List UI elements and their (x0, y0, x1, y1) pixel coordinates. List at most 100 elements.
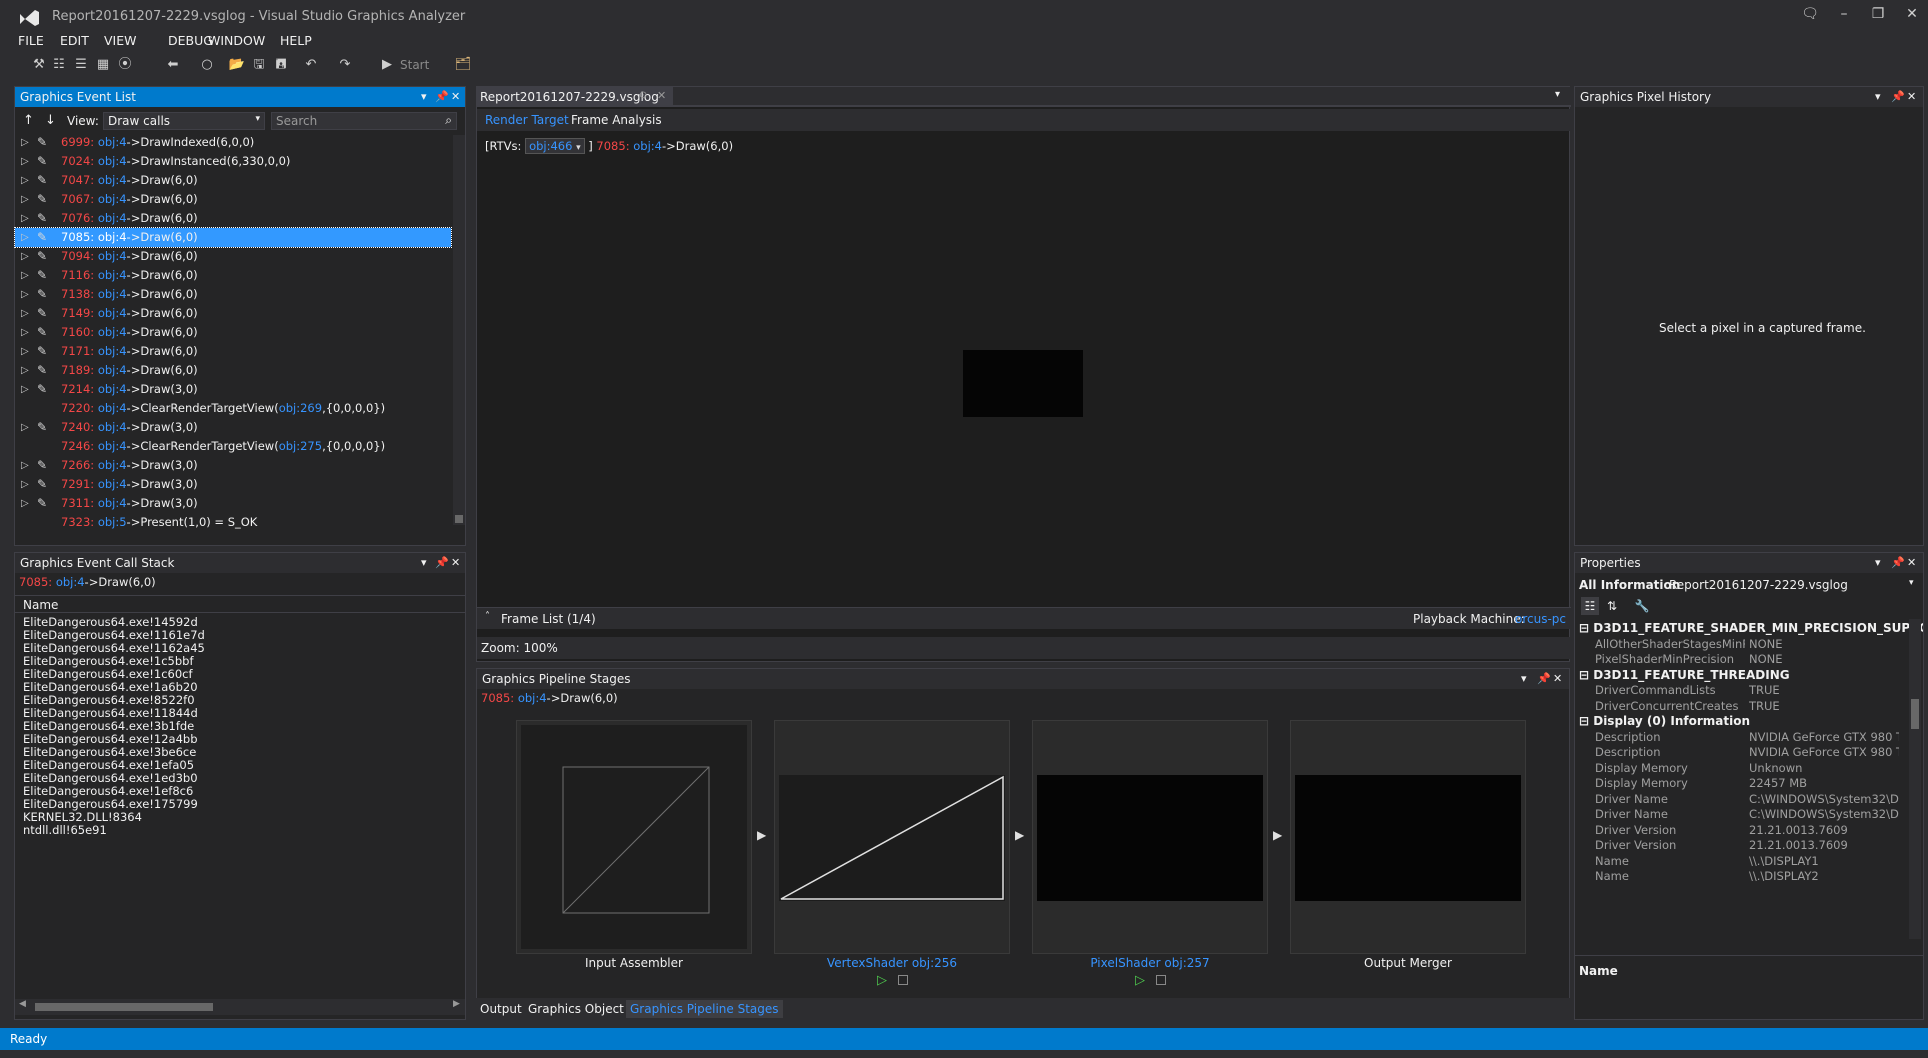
event-obj-link[interactable]: obj:4 (98, 192, 127, 206)
expand-icon[interactable]: ▷ (21, 266, 29, 285)
back-icon[interactable]: ⬅ (164, 56, 182, 74)
expand-icon[interactable]: ▷ (21, 133, 29, 152)
event-row[interactable]: 7323: obj:5->Present(1,0) = S_OK (15, 513, 451, 532)
horizontal-scrollbar[interactable]: ◀ ▶ (15, 999, 465, 1015)
expand-icon[interactable]: ▷ (21, 190, 29, 209)
event-obj-link[interactable]: obj:4 (98, 287, 127, 301)
dropdown-icon[interactable]: ▾ (421, 87, 427, 107)
stage-input-assembler[interactable] (516, 720, 752, 954)
call-stack-frame[interactable]: EliteDangerous64.exe!3be6ce (23, 745, 196, 759)
playback-machine-link[interactable]: orcus-pc (1515, 612, 1566, 626)
tab-render-target[interactable]: Render Target (485, 113, 569, 127)
stage-label-pixel-shader[interactable]: PixelShader obj:257 (1032, 956, 1268, 970)
collapse-icon[interactable]: ⊟ (1579, 714, 1593, 728)
dropdown-icon[interactable]: ▾ (421, 553, 427, 573)
scroll-thumb[interactable] (455, 515, 463, 523)
call-stack-frame[interactable]: EliteDangerous64.exe!1161e7d (23, 628, 205, 642)
expand-icon[interactable]: ▷ (21, 361, 29, 380)
event-row[interactable]: ▷ ✎ 7116: obj:4->Draw(6,0) (15, 266, 451, 285)
call-stack-frame[interactable]: EliteDangerous64.exe!1ef8c6 (23, 784, 193, 798)
collapse-icon[interactable]: ⊟ (1579, 668, 1593, 682)
close-icon[interactable]: ✕ (1907, 553, 1916, 573)
pin-icon[interactable]: ⊙ (639, 90, 647, 101)
call-stack-frame[interactable]: EliteDangerous64.exe!3b1fde (23, 719, 194, 733)
event-obj-link[interactable]: obj:4 (98, 458, 127, 472)
call-stack-frame[interactable]: EliteDangerous64.exe!1162a45 (23, 641, 205, 655)
call-stack-frame[interactable]: KERNEL32.DLL!8364 (23, 810, 142, 824)
pin-icon[interactable]: 📌 (1891, 87, 1905, 107)
save-all-icon[interactable]: 🖪 (272, 56, 290, 74)
event-row[interactable]: ▷ ✎ 7138: obj:4->Draw(6,0) (15, 285, 451, 304)
event-obj-link[interactable]: obj:4 (56, 575, 85, 589)
menu-file[interactable]: FILE (18, 33, 44, 48)
menu-view[interactable]: VIEW (104, 33, 137, 48)
collapse-icon[interactable]: ⊟ (1579, 621, 1593, 635)
event-obj-link[interactable]: obj:4 (98, 401, 127, 415)
dropdown-icon[interactable]: ▾ (1875, 553, 1881, 573)
undo-icon[interactable]: ↶ (302, 56, 320, 74)
call-stack-frame[interactable]: ntdll.dll!65e91 (23, 823, 107, 837)
event-row[interactable]: ▷ ✎ 7291: obj:4->Draw(3,0) (15, 475, 451, 494)
event-row[interactable]: ▷ ✎ 7311: obj:4->Draw(3,0) (15, 494, 451, 513)
stage-output-merger[interactable] (1290, 720, 1526, 954)
event-arg-obj-link[interactable]: obj:275 (279, 439, 322, 453)
stage-pixel-shader[interactable] (1032, 720, 1268, 954)
feedback-icon[interactable]: 🗨 (1798, 4, 1822, 26)
pin-icon[interactable]: 📌 (435, 553, 449, 573)
event-obj-link[interactable]: obj:4 (98, 211, 127, 225)
pin-icon[interactable]: 📌 (1537, 669, 1551, 689)
expand-icon[interactable]: ▷ (21, 304, 29, 323)
event-row[interactable]: ▷ ✎ 7085: obj:4->Draw(6,0) (14, 227, 452, 248)
tab-output[interactable]: Output (480, 1002, 522, 1016)
expand-icon[interactable]: ▷ (21, 342, 29, 361)
scroll-thumb[interactable] (35, 1003, 213, 1011)
close-icon[interactable]: ✕ (1553, 669, 1562, 689)
start-button[interactable]: Start (400, 58, 429, 72)
properties-selector[interactable]: All Information Report20161207-2229.vsgl… (1575, 575, 1923, 595)
arrow-up-icon[interactable]: ↑ (23, 113, 34, 128)
menu-edit[interactable]: EDIT (60, 33, 89, 48)
event-row[interactable]: ▷ ✎ 7047: obj:4->Draw(6,0) (15, 171, 451, 190)
property-scrollbar[interactable] (1909, 619, 1921, 939)
expand-icon[interactable]: ▷ (21, 456, 29, 475)
dropdown-icon[interactable]: ▾ (1521, 669, 1527, 689)
column-name[interactable]: Name (23, 598, 58, 612)
alphabetical-icon[interactable]: ⇅ (1603, 597, 1621, 615)
event-obj-link[interactable]: obj:4 (98, 439, 127, 453)
search-input[interactable]: Search ⌕ (271, 112, 457, 130)
menu-debug[interactable]: DEBUG (168, 33, 213, 48)
open-folder-icon[interactable]: 📂 (228, 56, 246, 74)
event-obj-link[interactable]: obj:4 (98, 268, 127, 282)
event-arg-obj-link[interactable]: obj:269 (279, 401, 322, 415)
event-obj-link[interactable]: obj:4 (98, 249, 127, 263)
call-stack-frame[interactable]: EliteDangerous64.exe!14592d (23, 615, 198, 629)
pin-icon[interactable]: 📌 (1891, 553, 1905, 573)
hierarchy-icon[interactable]: ☷ (50, 56, 68, 74)
close-window-button[interactable]: ✕ (1900, 4, 1924, 26)
call-stack-frame[interactable]: EliteDangerous64.exe!175799 (23, 797, 198, 811)
stop-vertex-shader-icon[interactable] (898, 975, 908, 985)
menu-window[interactable]: WINDOW (208, 33, 265, 48)
scroll-right-icon[interactable]: ▶ (453, 999, 460, 1009)
event-row[interactable]: ▷ ✎ 7214: obj:4->Draw(3,0) (15, 380, 451, 399)
render-target-image[interactable] (963, 350, 1083, 417)
tab-list-dropdown-icon[interactable]: ▾ (1555, 89, 1560, 100)
layout-icon[interactable]: 🗂 (454, 56, 472, 74)
event-row[interactable]: ▷ ✎ 7094: obj:4->Draw(6,0) (15, 247, 451, 266)
close-icon[interactable]: ✕ (451, 553, 460, 573)
scroll-left-icon[interactable]: ◀ (19, 999, 26, 1009)
pin-icon[interactable]: 📌 (435, 87, 449, 107)
event-obj-link[interactable]: obj:4 (98, 363, 127, 377)
forward-icon[interactable]: ○ (198, 56, 216, 74)
close-icon[interactable]: ✕ (451, 87, 460, 107)
stop-pixel-shader-icon[interactable] (1156, 975, 1166, 985)
event-obj-link[interactable]: obj:4 (98, 325, 127, 339)
event-row[interactable]: ▷ ✎ 7024: obj:4->DrawInstanced(6,330,0,0) (15, 152, 451, 171)
arrow-down-icon[interactable]: ↓ (45, 113, 56, 128)
expand-icon[interactable]: ▷ (21, 494, 29, 513)
save-icon[interactable]: 🖫 (250, 56, 268, 74)
redo-icon[interactable]: ↷ (336, 56, 354, 74)
call-stack-frame[interactable]: EliteDangerous64.exe!11844d (23, 706, 198, 720)
frame-list-label[interactable]: Frame List (1/4) (501, 612, 596, 626)
expand-icon[interactable]: ▷ (21, 418, 29, 437)
